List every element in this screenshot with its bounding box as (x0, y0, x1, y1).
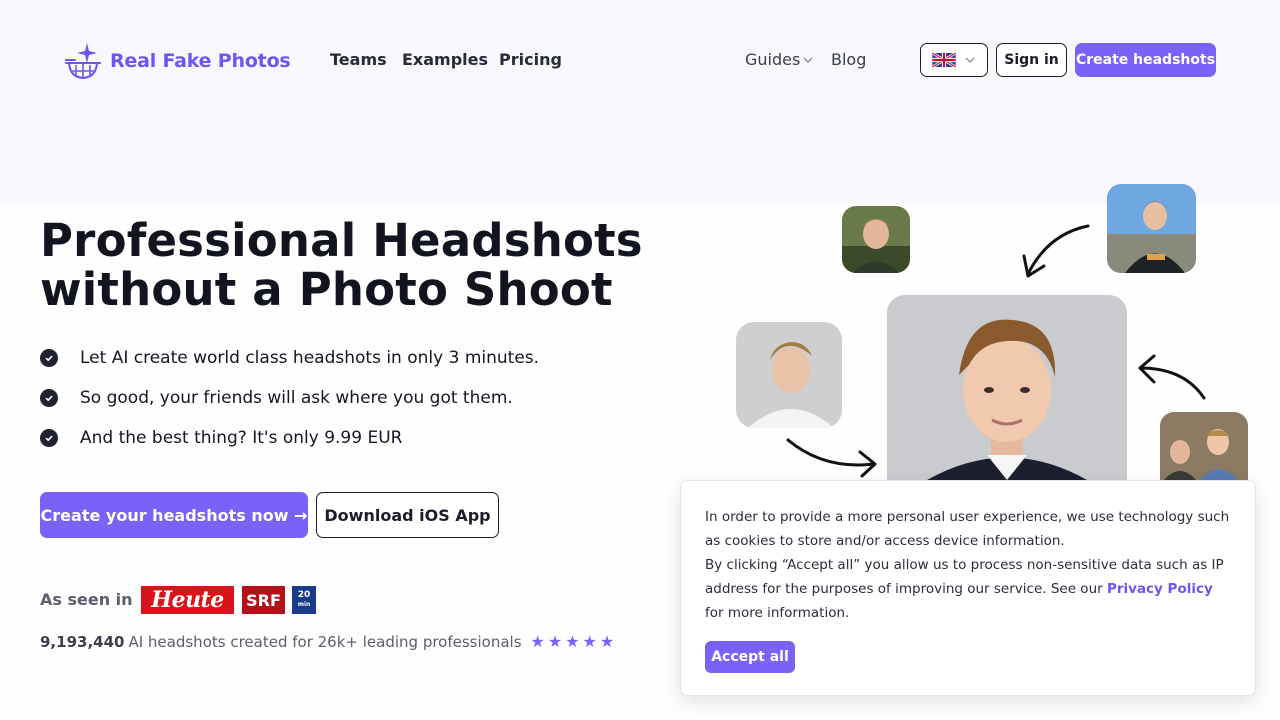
hero-title: Professional Headshots without a Photo S… (40, 216, 680, 314)
uk-flag-icon (932, 53, 956, 67)
nav-blog[interactable]: Blog (831, 50, 866, 69)
curved-arrow-icon (1138, 354, 1206, 400)
headshot-count: 9,193,440 (40, 632, 125, 651)
cookie-text-1: In order to provide a more personal user… (705, 509, 1230, 549)
accept-all-button[interactable]: Accept all (705, 641, 795, 673)
check-circle-icon (40, 389, 58, 407)
star-icon: ★ (582, 632, 597, 651)
heute-logo: Heute (141, 586, 234, 614)
download-ios-app-button[interactable]: Download iOS App (316, 492, 499, 538)
feature-item: Let AI create world class headshots in o… (40, 338, 539, 378)
sample-photo-city (1107, 184, 1196, 273)
cookie-text-2: By clicking “Accept all” you allow us to… (705, 553, 1231, 625)
sample-photo-group (1160, 412, 1248, 480)
star-icon: ★ (599, 632, 615, 651)
create-headshots-button[interactable]: Create headshots (1075, 43, 1216, 77)
feature-item: So good, your friends will ask where you… (40, 378, 539, 418)
nav-guides-label: Guides (745, 50, 801, 69)
hero-title-line-1: Professional Headshots (40, 214, 643, 267)
hero-title-line-2: without a Photo Shoot (40, 263, 613, 316)
feature-item: And the best thing? It's only 9.99 EUR (40, 418, 539, 458)
chevron-down-icon (965, 57, 975, 63)
sample-photo-selfie (736, 322, 842, 428)
brand-name: Real Fake Photos (110, 50, 291, 72)
srf-logo: SRF (242, 586, 285, 614)
check-circle-icon (40, 349, 58, 367)
feature-text: And the best thing? It's only 9.99 EUR (80, 428, 403, 448)
star-icon: ★ (530, 632, 545, 651)
cookie-consent-banner: In order to provide a more personal user… (680, 480, 1256, 696)
nav-guides[interactable]: Guides (745, 50, 814, 69)
20min-logo-bottom: min (297, 601, 311, 608)
as-seen-in-label: As seen in (40, 590, 133, 609)
nav-examples[interactable]: Examples (402, 50, 488, 69)
star-icon: ★ (565, 632, 580, 651)
curved-arrow-icon (1022, 224, 1090, 278)
feature-list: Let AI create world class headshots in o… (40, 338, 539, 458)
cookie-text-2-post: for more information. (705, 605, 850, 621)
stats-text: AI headshots created for 26k+ leading pr… (128, 632, 522, 651)
brand-logo[interactable]: Real Fake Photos (62, 40, 291, 82)
feature-text: So good, your friends will ask where you… (80, 388, 513, 408)
sparkle-camera-logo-icon (65, 43, 101, 80)
language-selector[interactable] (920, 43, 988, 77)
main-headshot-photo (887, 295, 1127, 480)
create-headshots-now-button[interactable]: Create your headshots now → (40, 492, 308, 538)
nav-pricing[interactable]: Pricing (499, 50, 562, 69)
sample-photo-small (842, 206, 910, 273)
feature-text: Let AI create world class headshots in o… (80, 348, 540, 368)
nav-teams[interactable]: Teams (330, 50, 387, 69)
privacy-policy-link[interactable]: Privacy Policy (1107, 581, 1213, 597)
stats-line: 9,193,440 AI headshots created for 26k+ … (40, 632, 614, 651)
curved-arrow-icon (786, 438, 877, 478)
rating-stars: ★ ★ ★ ★ ★ (531, 632, 615, 651)
20min-logo-top: 20 (297, 590, 311, 600)
star-icon: ★ (547, 632, 563, 651)
sign-in-button[interactable]: Sign in (996, 43, 1067, 77)
chevron-down-icon (803, 57, 813, 63)
20min-logo: 20 min (292, 586, 316, 614)
check-circle-icon (40, 429, 58, 447)
